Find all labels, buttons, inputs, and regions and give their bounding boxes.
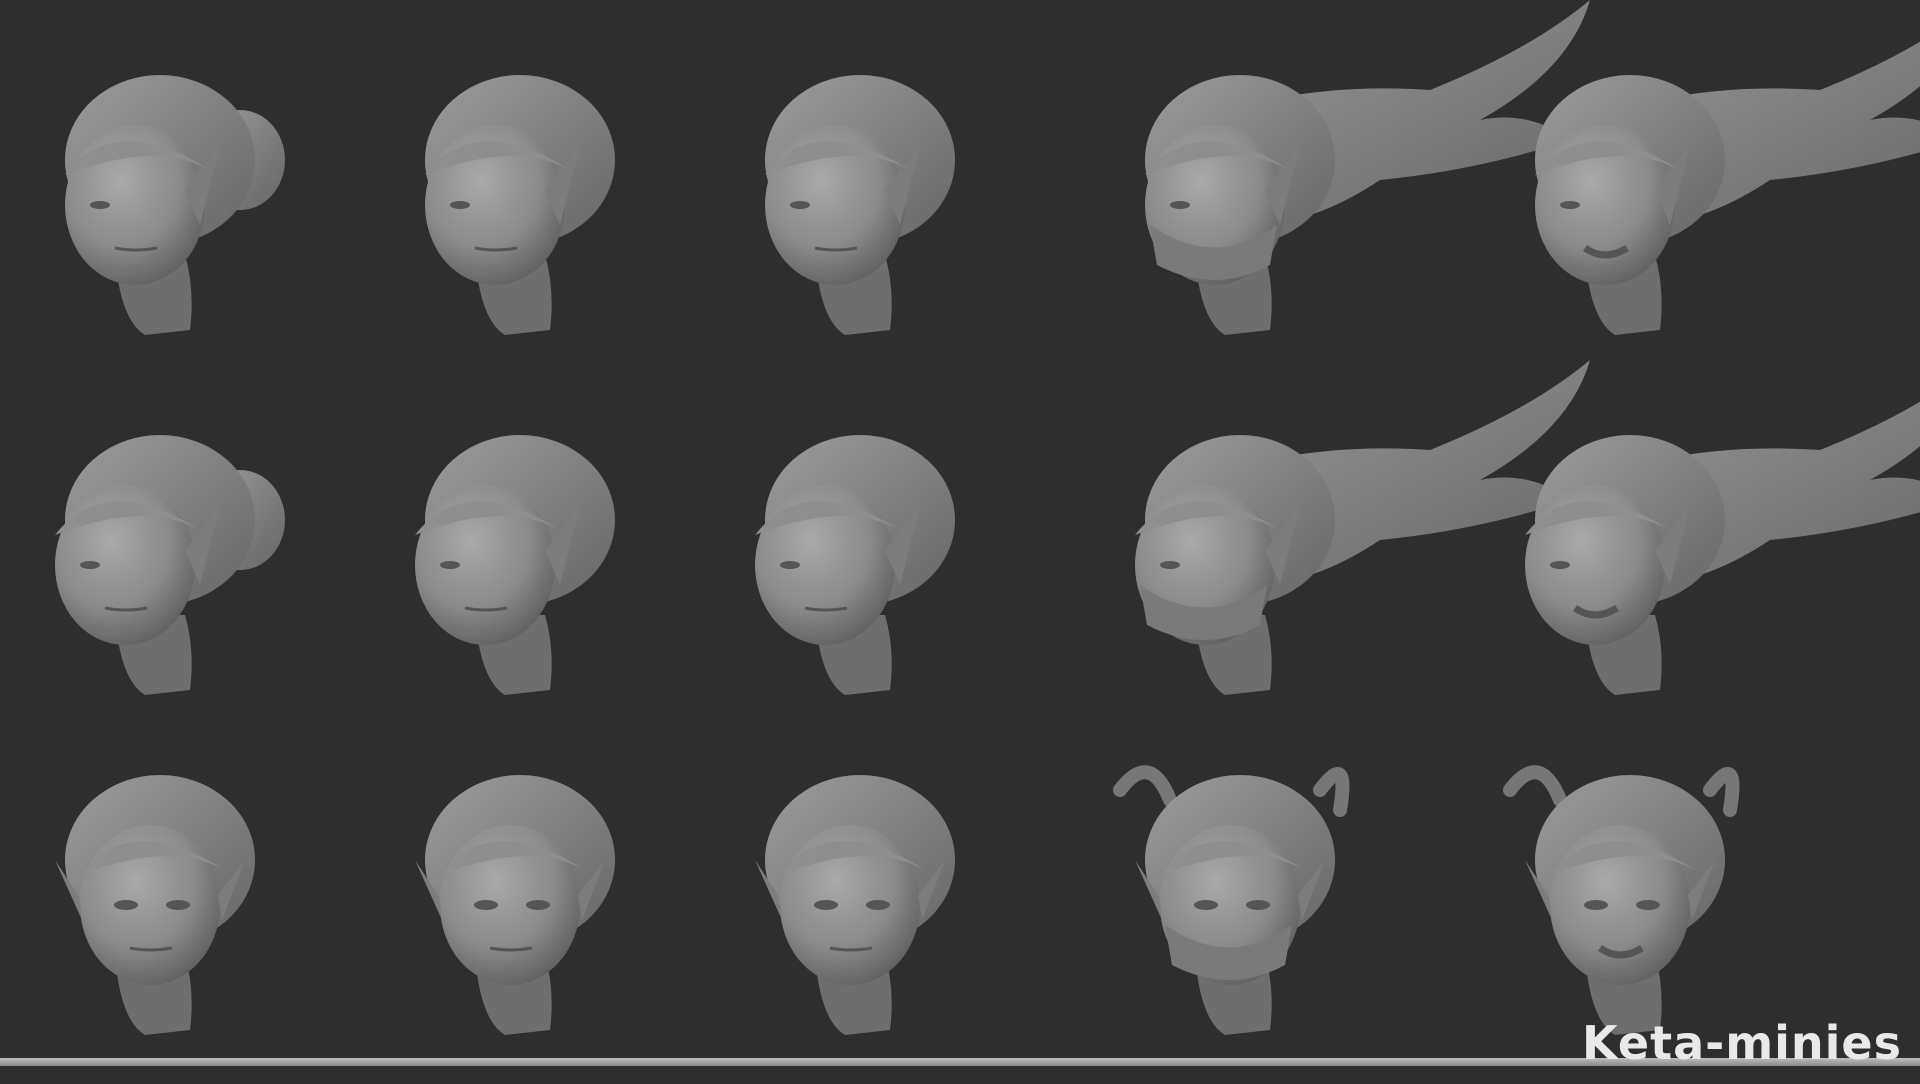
- head-braid-front: [415, 775, 615, 1035]
- head-windswept-masked-profile: [1135, 360, 1590, 695]
- head-bob-profile: [755, 435, 955, 695]
- head-bun-profile: [55, 435, 285, 695]
- head-windswept-snarl-front: [1503, 765, 1740, 1035]
- head-bun-three-quarter: [65, 75, 285, 335]
- brand-logo: Keta-minies: [1582, 1016, 1902, 1070]
- head-braid-three-quarter: [425, 75, 615, 335]
- head-windswept-masked-front: [1113, 765, 1350, 1035]
- head-bob-front: [755, 775, 955, 1035]
- head-braid-profile: [415, 435, 615, 695]
- head-windswept-masked-three-quarter: [1145, 0, 1590, 335]
- head-windswept-snarl-profile: [1525, 401, 1920, 695]
- sculpt-sheet: Keta-minies: [0, 0, 1920, 1080]
- head-bun-front: [55, 775, 255, 1035]
- head-bob-three-quarter: [765, 75, 955, 335]
- head-windswept-snarl-three-quarter: [1535, 41, 1920, 335]
- heads-canvas: [55, 0, 1920, 1035]
